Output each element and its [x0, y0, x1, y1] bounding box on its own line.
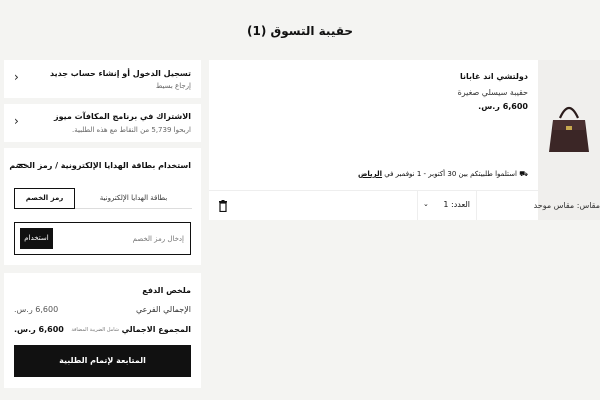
checkout-button[interactable]: المتابعة لإتمام الطلبية [14, 345, 191, 377]
subtotal-value: 6,600 ر.س. [14, 305, 59, 314]
product-divider [209, 190, 538, 191]
product-image[interactable] [538, 60, 600, 220]
delivery-text: استلموا طلبيتكم بين 30 أكتوبر - 1 نوفمبر… [384, 170, 517, 178]
chevron-left-icon: ‹ [14, 114, 19, 128]
login-card[interactable]: تسجيل الدخول أو إنشاء حساب جديد إرجاع بس… [4, 60, 201, 98]
collapse-icon[interactable]: — [17, 160, 26, 170]
total-value: 6,600 ر.س. [14, 325, 64, 334]
apply-button[interactable]: استخدام [20, 228, 53, 249]
tab-promo-code[interactable]: رمز الخصم [14, 188, 75, 209]
rewards-subtitle: اربحوا 5,739 من النقاط مع هذه الطلبية. [71, 126, 191, 134]
gift-tabs: رمز الخصم بطاقة الهدايا الإلكترونية [14, 188, 192, 209]
gift-title[interactable]: استخدام بطاقة الهدايا الإلكترونية / رمز … [9, 161, 191, 170]
chevron-left-icon: ‹ [14, 70, 19, 84]
size-label: مقاس: مقاس موحد [533, 201, 600, 210]
delivery-info: ⛟ استلموا طلبيتكم بين 30 أكتوبر - 1 نوفم… [358, 170, 528, 179]
product-card: دولتشي اند غابانا حقيبة سيسلي صغيرة 6,60… [209, 60, 600, 220]
login-title: تسجيل الدخول أو إنشاء حساب جديد [50, 69, 191, 78]
summary-title: ملخص الدفع [142, 286, 191, 295]
login-subtitle: إرجاع بسيط [155, 82, 191, 90]
rewards-title: الاشتراك في برنامج المكافآت ميوز [54, 112, 191, 121]
chevron-down-icon: ⌄ [423, 200, 429, 208]
rewards-card[interactable]: الاشتراك في برنامج المكافآت ميوز اربحوا … [4, 104, 201, 142]
product-price: 6,600 ر.س. [478, 102, 528, 111]
gift-card-section: استخدام بطاقة الهدايا الإلكترونية / رمز … [4, 148, 201, 265]
delete-button[interactable] [218, 200, 228, 212]
subtotal-label: الإجمالي الفرعي [135, 305, 191, 314]
quantity-label: العدد: 1 [443, 200, 470, 209]
product-brand[interactable]: دولتشي اند غابانا [460, 72, 528, 81]
promo-code-input[interactable] [58, 230, 184, 248]
total-note: شامل الضريبة المضافة [71, 327, 119, 333]
trash-icon [219, 200, 227, 212]
total-label: المجموع الاجمالي [121, 325, 191, 334]
delivery-city-link[interactable]: الرياض [358, 170, 382, 178]
quantity-select[interactable]: ⌄ العدد: 1 [417, 191, 477, 220]
page-title: حقيبة التسوق (1) [246, 24, 354, 38]
tab-gift-card[interactable]: بطاقة الهدايا الإلكترونية [75, 188, 192, 209]
product-name: حقيبة سيسلي صغيرة [457, 88, 528, 97]
promo-input-box: استخدام [14, 222, 191, 255]
handbag-image [549, 106, 589, 152]
truck-icon: ⛟ [519, 170, 528, 178]
payment-summary: ملخص الدفع الإجمالي الفرعي 6,600 ر.س. ال… [4, 273, 201, 388]
